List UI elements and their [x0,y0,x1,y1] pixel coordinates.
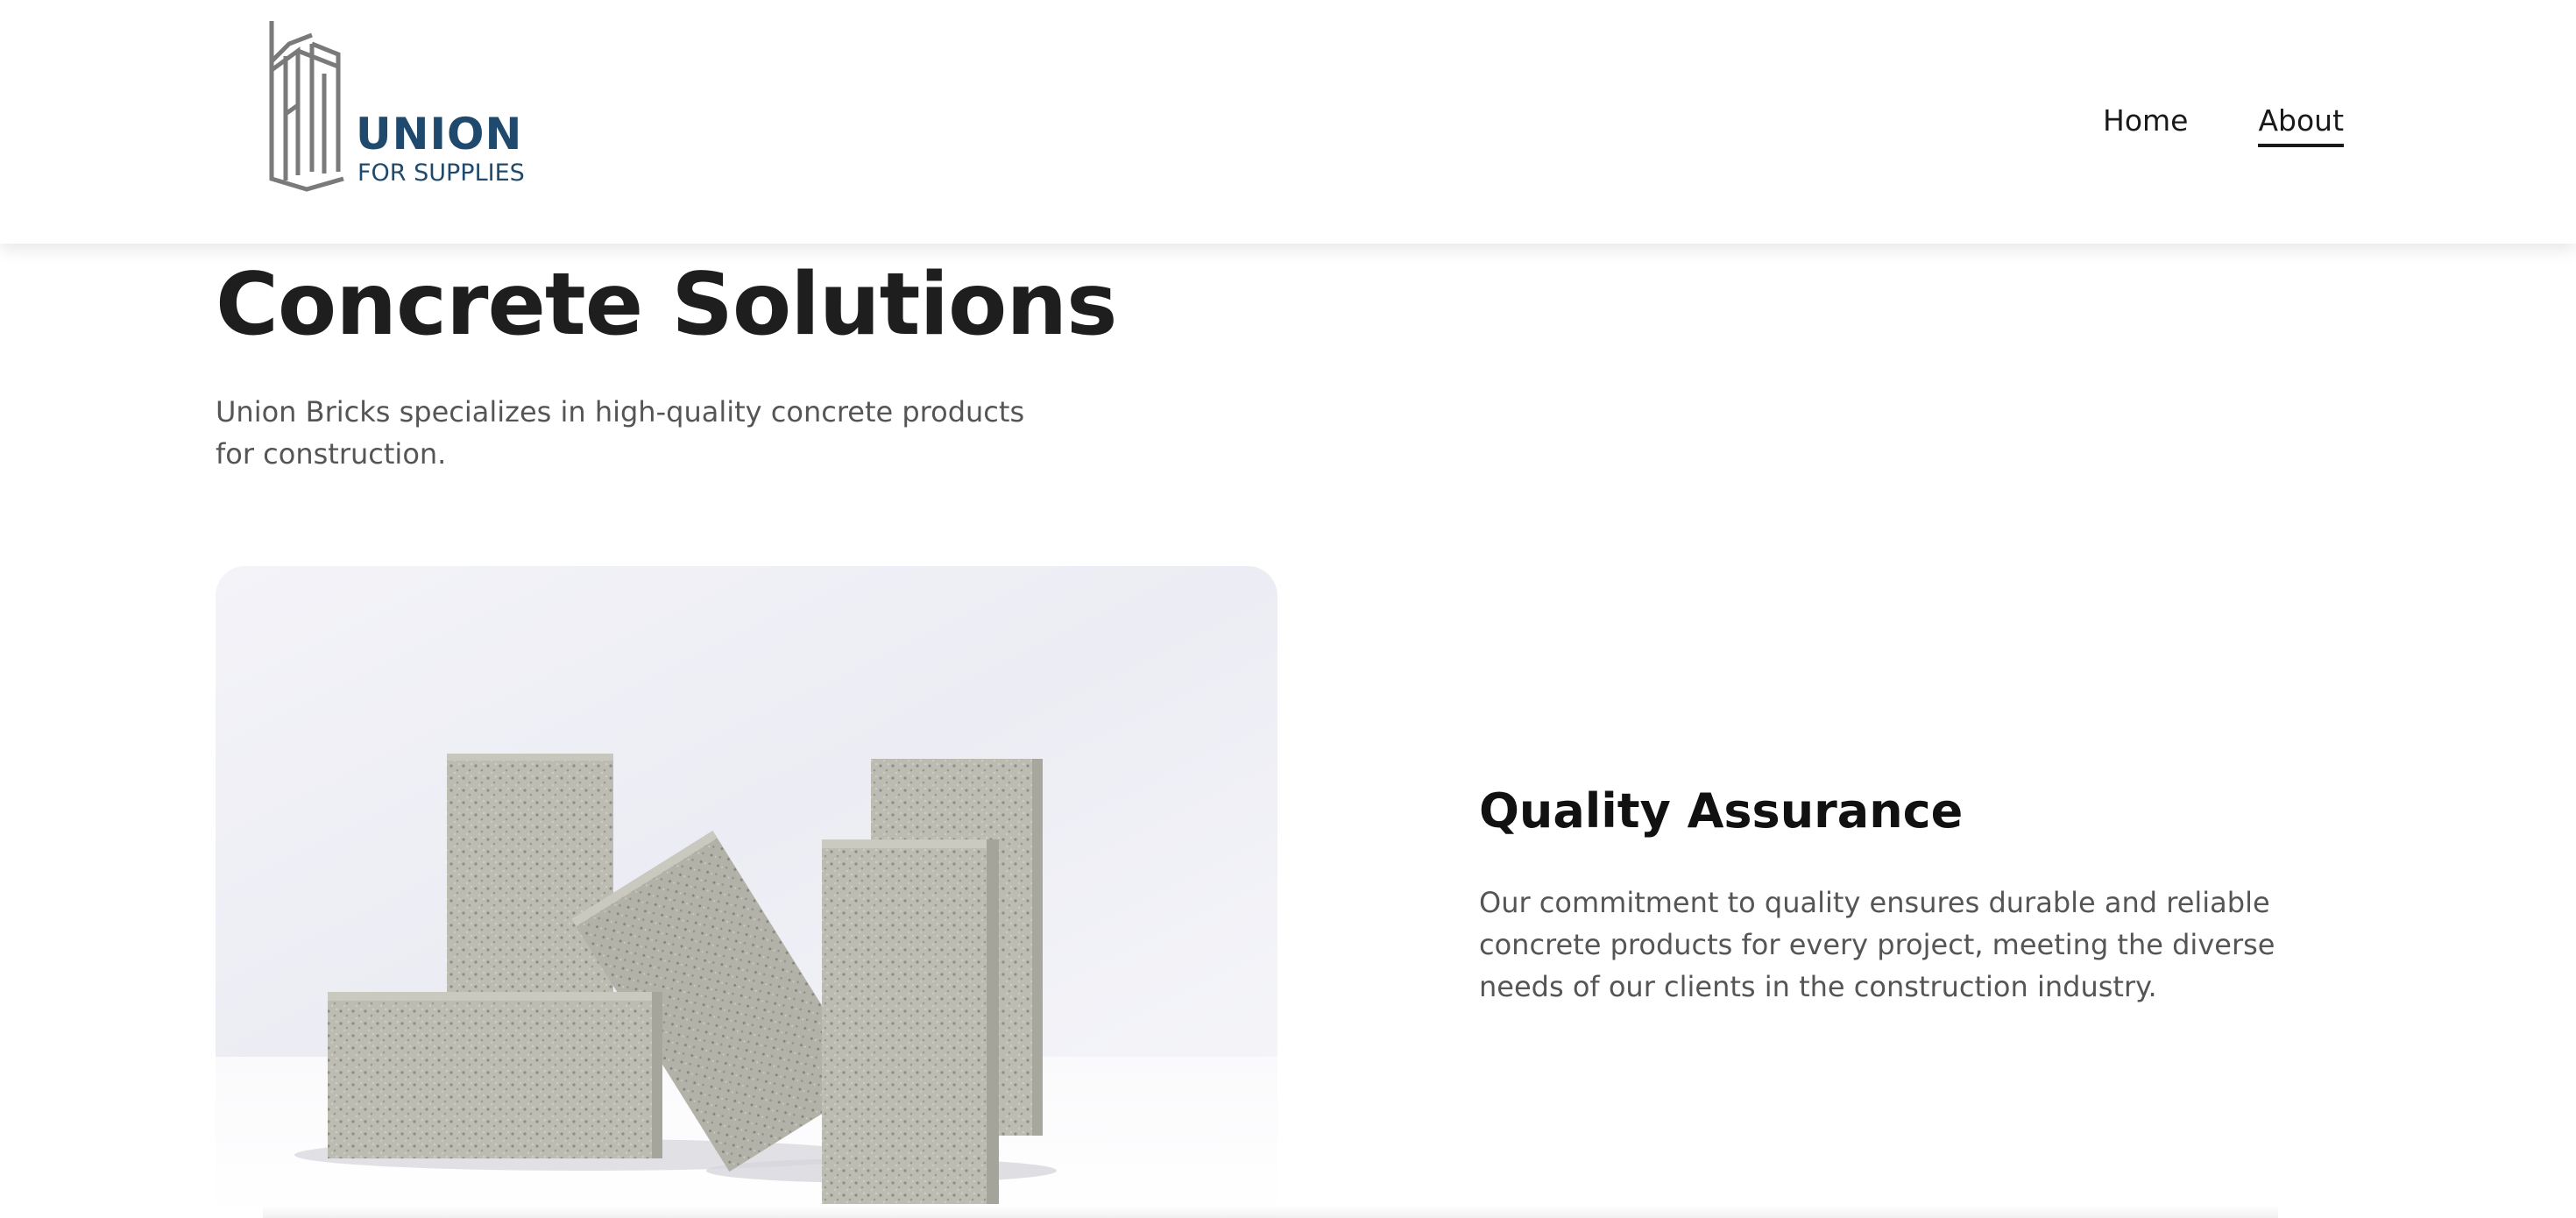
main-nav: Home About [2103,103,2345,147]
concrete-bricks-image [216,566,1277,1218]
logo-link[interactable]: UNION FOR SUPPLIES [263,18,543,193]
feature-description: Our commitment to quality ensures durabl… [1479,886,2275,1003]
hero-description: Union Bricks specializes in high-quality… [216,395,1025,471]
building-logo-icon [269,21,344,192]
logo-tagline: FOR SUPPLIES [357,159,525,187]
site-header: UNION FOR SUPPLIES Home About [0,0,2576,244]
page-title: Concrete Solutions [216,255,1117,355]
logo-wordmark: UNION [356,109,523,159]
nav-link-about[interactable]: About [2258,103,2345,147]
section-divider [263,1206,2278,1218]
nav-link-home[interactable]: Home [2103,103,2188,147]
feature-title: Quality Assurance [1479,783,1964,839]
page: UNION FOR SUPPLIES Home About Concrete S… [0,0,2576,1218]
